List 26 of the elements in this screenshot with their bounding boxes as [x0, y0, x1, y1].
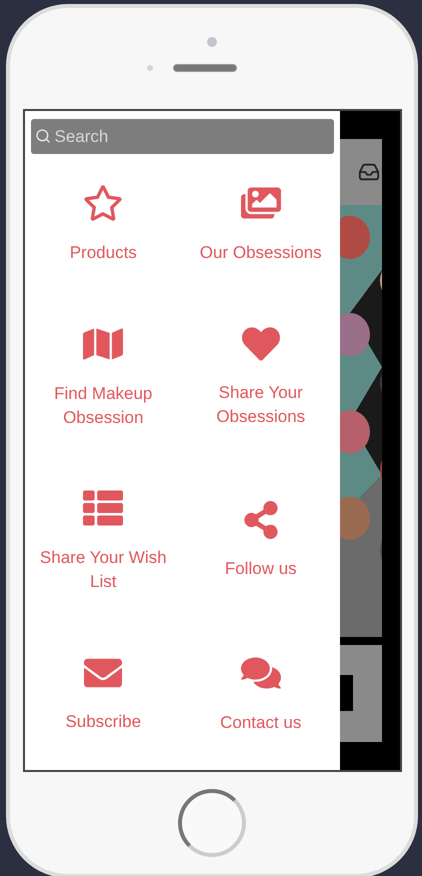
heart-icon	[242, 324, 280, 363]
menu-label: Contact us	[220, 712, 302, 734]
menu-label: Share Your Obsessions	[215, 382, 306, 428]
menu-label: Follow us	[224, 558, 297, 580]
camera-icon	[207, 37, 217, 47]
share-icon	[242, 501, 280, 540]
menu-tile[interactable]: Products	[24, 154, 182, 294]
menu-label: Find Makeup Obsession	[53, 382, 154, 429]
menu-tile[interactable]: Share Your Obsessions	[182, 294, 340, 459]
menu-tile[interactable]: Follow us	[182, 459, 340, 624]
menu-tile[interactable]: Find Makeup Obsession	[24, 294, 182, 459]
star-icon	[83, 183, 124, 224]
menu-label: Products	[70, 242, 137, 264]
menu-label: Share Your Wish List	[38, 547, 168, 594]
menu-label: Our Obsessions	[200, 242, 322, 264]
search-icon	[34, 128, 50, 144]
menu-tile[interactable]: Share Your Wish List	[24, 459, 182, 624]
speaker-icon	[173, 64, 237, 72]
menu-tile[interactable]: Subscribe	[24, 624, 182, 764]
menu-tile[interactable]: Contact us	[182, 624, 340, 764]
search-field[interactable]: Search	[30, 119, 334, 154]
menu-tile[interactable]: Our Obsessions	[182, 154, 340, 294]
sensor-icon	[147, 65, 153, 71]
menu-label: Subscribe	[65, 710, 142, 733]
list-icon	[83, 488, 124, 528]
footer-block	[340, 675, 352, 712]
